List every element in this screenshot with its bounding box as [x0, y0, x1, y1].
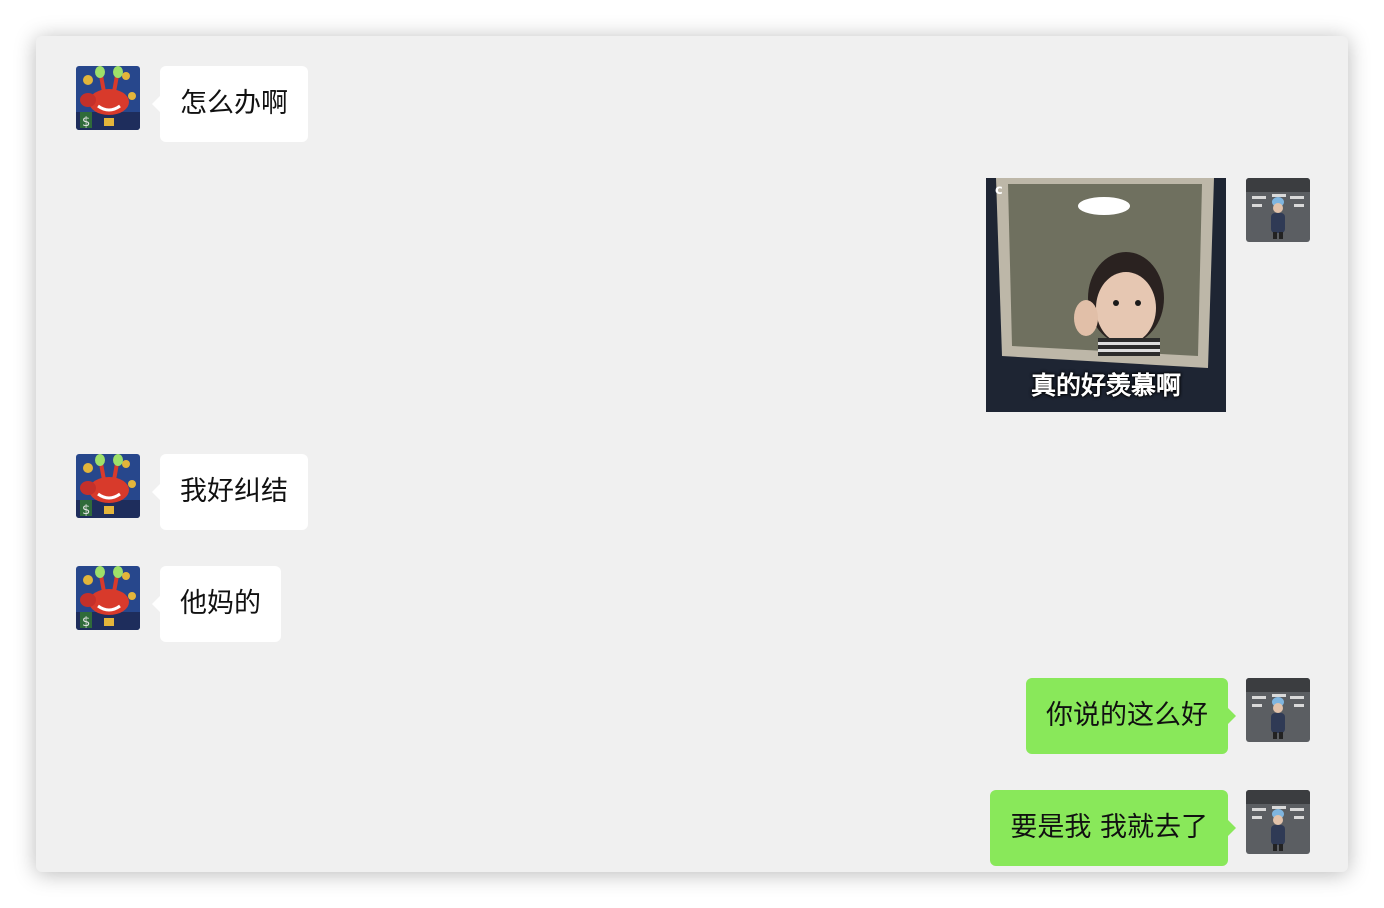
- sticker-caption: 真的好羡慕啊: [1030, 371, 1181, 400]
- message-bubble[interactable]: 怎么办啊: [152, 66, 308, 142]
- child-photo-avatar-icon[interactable]: [1246, 678, 1310, 742]
- chat-window: $ 怎么办啊 c 真的好羡慕啊 $ 我好纠结 $ 他妈的 你说的这么好 要是我 …: [36, 36, 1348, 872]
- sticker-image[interactable]: c 真的好羡慕啊: [986, 178, 1226, 412]
- message-bubble[interactable]: 要是我 我就去了: [990, 790, 1236, 866]
- sticker-watermark: c: [995, 183, 1003, 198]
- crab-avatar-icon[interactable]: $: [76, 566, 140, 630]
- child-photo-avatar-icon[interactable]: [1246, 178, 1310, 242]
- message-bubble[interactable]: 我好纠结: [152, 454, 308, 530]
- svg-text:$: $: [82, 503, 90, 518]
- crab-avatar-icon[interactable]: $: [76, 66, 140, 130]
- svg-text:$: $: [82, 615, 90, 630]
- crab-avatar-icon[interactable]: $: [76, 454, 140, 518]
- child-photo-avatar-icon[interactable]: [1246, 790, 1310, 854]
- svg-text:$: $: [82, 115, 90, 130]
- message-bubble[interactable]: 他妈的: [152, 566, 281, 642]
- message-bubble[interactable]: 你说的这么好: [1026, 678, 1236, 754]
